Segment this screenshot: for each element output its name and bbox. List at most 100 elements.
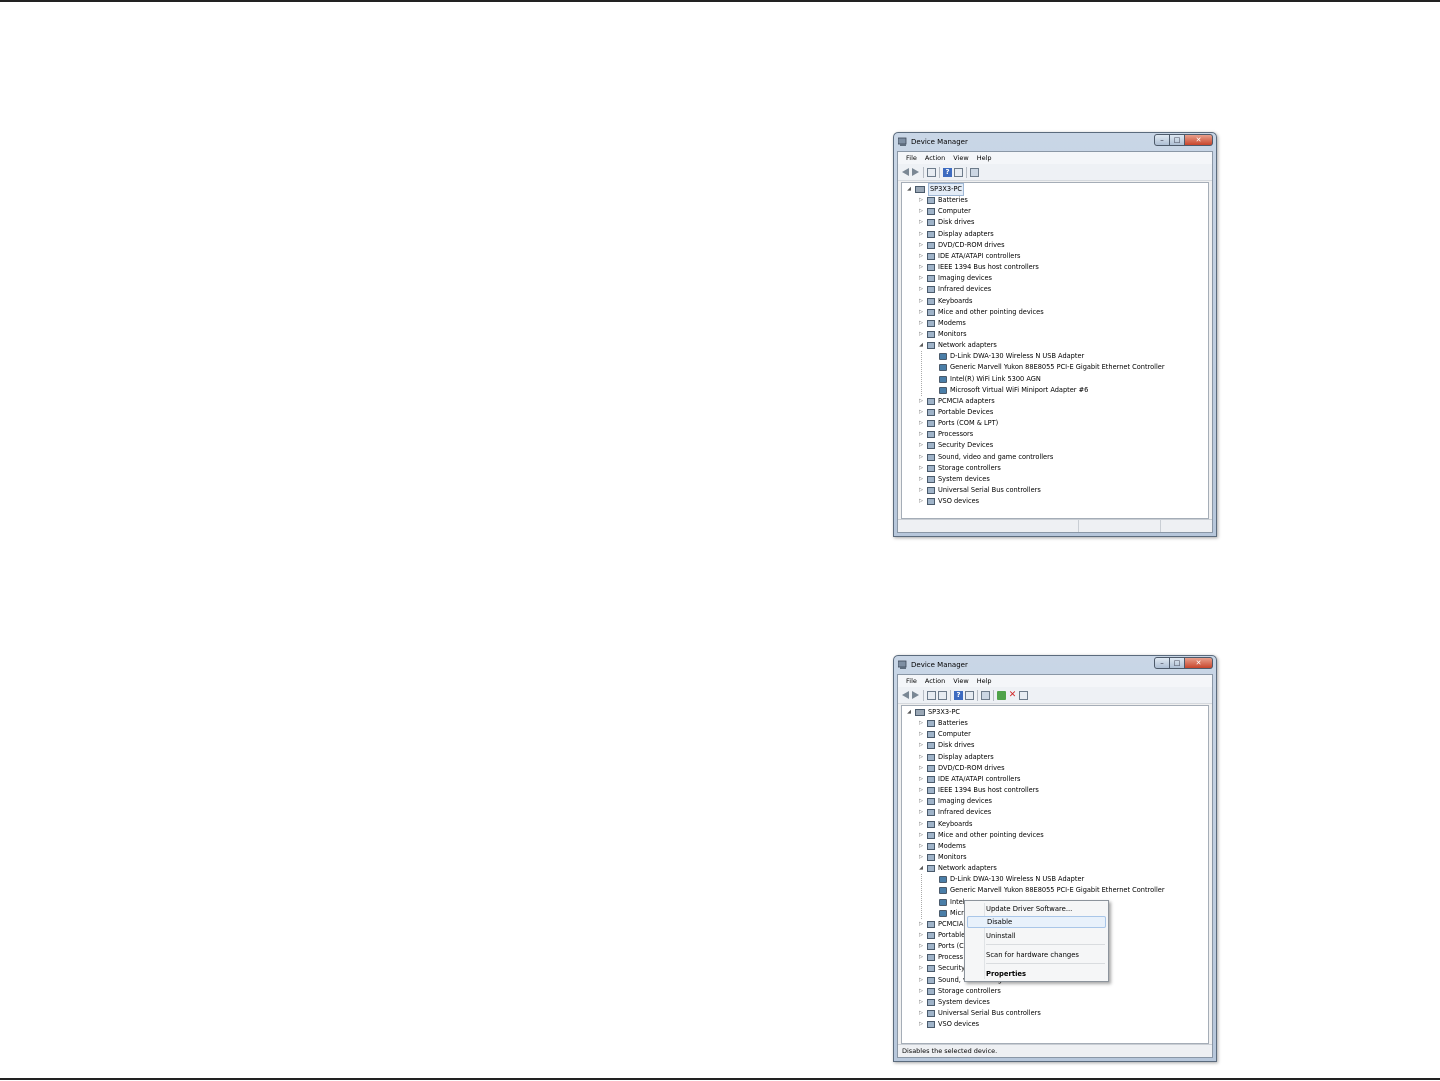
tree-item-keyboards[interactable]: ▷ Keyboards <box>918 296 972 307</box>
menu-item-properties[interactable]: Properties <box>967 968 1106 980</box>
tree-item-imaging-devices[interactable]: ▷ Imaging devices <box>918 796 992 807</box>
tree-item-keyboards[interactable]: ▷ Keyboards <box>918 819 972 830</box>
tree-root-computer[interactable]: ◢ SP3X3-PC <box>906 183 965 196</box>
menu-help[interactable]: Help <box>973 152 996 164</box>
tree-item-network-adapter[interactable]: Micr <box>930 908 964 919</box>
tree-item-ieee-1394-bus-host-controllers[interactable]: ▷ IEEE 1394 Bus host controllers <box>918 785 1039 796</box>
tree-item-network-adapter[interactable]: Generic Marvell Yukon 88E8055 PCI-E Giga… <box>930 885 1165 896</box>
tree-item-dvd-cd-rom-drives[interactable]: ▷ DVD/CD-ROM drives <box>918 240 1005 251</box>
expand-arrow-icon[interactable]: ▷ <box>918 852 924 863</box>
expand-arrow-icon[interactable]: ▷ <box>918 440 924 451</box>
menu-item-update-driver[interactable]: Update Driver Software... <box>967 903 1106 915</box>
export-list-icon[interactable] <box>938 690 947 700</box>
tree-item-pcmcia-adapters[interactable]: ▷ PCMCIA adapters <box>918 396 995 407</box>
expand-arrow-icon[interactable]: ▷ <box>918 819 924 830</box>
menu-action[interactable]: Action <box>921 152 949 164</box>
expand-arrow-icon[interactable]: ▷ <box>918 1019 924 1030</box>
tree-item-display-adapters[interactable]: ▷ Display adapters <box>918 229 994 240</box>
expand-arrow-icon[interactable]: ▷ <box>918 740 924 751</box>
tree-item-infrared-devices[interactable]: ▷ Infrared devices <box>918 284 991 295</box>
tree-item-imaging-devices[interactable]: ▷ Imaging devices <box>918 273 992 284</box>
tree-item-sound-video-and-game-controllers[interactable]: ▷ Sound, video and game controllers <box>918 452 1053 463</box>
tree-item-storage-controllers[interactable]: ▷ Storage controllers <box>918 463 1001 474</box>
tree-root-computer[interactable]: ◢ SP3X3-PC <box>906 707 960 718</box>
help-icon[interactable]: ? <box>954 690 963 700</box>
tree-item-dvd-cd-rom-drives[interactable]: ▷ DVD/CD-ROM drives <box>918 763 1005 774</box>
tree-item-network-adapter[interactable]: Microsoft Virtual WiFi Miniport Adapter … <box>930 385 1088 396</box>
expand-arrow-icon[interactable]: ▷ <box>918 952 924 963</box>
expand-arrow-icon[interactable]: ▷ <box>918 240 924 251</box>
tree-item-ports-com-lpt[interactable]: ▷ Ports (COM & LPT) <box>918 418 998 429</box>
tree-item-modems[interactable]: ▷ Modems <box>918 318 966 329</box>
tree-item-ide-ata-atapi-controllers[interactable]: ▷ IDE ATA/ATAPI controllers <box>918 251 1020 262</box>
tree-item-process[interactable]: ▷ Process <box>918 952 963 963</box>
collapse-arrow-icon[interactable]: ◢ <box>906 184 912 195</box>
menu-file[interactable]: File <box>902 152 921 164</box>
forward-icon[interactable] <box>912 691 919 699</box>
expand-arrow-icon[interactable]: ▷ <box>918 841 924 852</box>
tree-item-infrared-devices[interactable]: ▷ Infrared devices <box>918 807 991 818</box>
tree-item-display-adapters[interactable]: ▷ Display adapters <box>918 752 994 763</box>
expand-arrow-icon[interactable]: ▷ <box>918 986 924 997</box>
expand-arrow-icon[interactable]: ▷ <box>918 273 924 284</box>
expand-arrow-icon[interactable]: ▷ <box>918 830 924 841</box>
close-button[interactable]: ✕ <box>1185 657 1213 669</box>
tree-item-network-adapter[interactable]: Intel(R) WiFi Link 5300 AGN <box>930 374 1041 385</box>
maximize-button[interactable]: □ <box>1170 134 1185 146</box>
close-button[interactable]: ✕ <box>1185 134 1213 146</box>
tree-item-storage-controllers[interactable]: ▷ Storage controllers <box>918 986 1001 997</box>
tree-item-vso-devices[interactable]: ▷ VSO devices <box>918 496 979 507</box>
tree-item-network-adapter[interactable]: D-Link DWA-130 Wireless N USB Adapter <box>930 351 1084 362</box>
show-hide-console-tree-icon[interactable] <box>927 167 936 177</box>
show-hide-console-tree-icon[interactable] <box>927 690 936 700</box>
tree-item-network-adapter[interactable]: D-Link DWA-130 Wireless N USB Adapter <box>930 874 1084 885</box>
disable-device-icon[interactable] <box>1019 690 1028 700</box>
menu-item-disable[interactable]: Disable <box>967 916 1106 928</box>
menu-view[interactable]: View <box>949 675 972 687</box>
tree-item-portable[interactable]: ▷ Portable <box>918 930 965 941</box>
expand-arrow-icon[interactable]: ▷ <box>918 262 924 273</box>
scan-for-hardware-icon[interactable] <box>981 690 990 700</box>
expand-arrow-icon[interactable]: ▷ <box>918 718 924 729</box>
help-icon[interactable]: ? <box>943 167 952 177</box>
minimize-button[interactable]: – <box>1154 134 1170 146</box>
collapse-arrow-icon[interactable]: ◢ <box>918 863 924 874</box>
tree-item-computer[interactable]: ▷ Computer <box>918 206 971 217</box>
properties-icon[interactable] <box>954 167 963 177</box>
expand-arrow-icon[interactable]: ▷ <box>918 307 924 318</box>
menu-item-uninstall[interactable]: Uninstall <box>967 930 1106 942</box>
tree-item-computer[interactable]: ▷ Computer <box>918 729 971 740</box>
tree-item-network-adapters[interactable]: ◢ Network adapters <box>918 863 997 874</box>
title-bar[interactable]: Device Manager – □ ✕ <box>894 133 1216 151</box>
expand-arrow-icon[interactable]: ▷ <box>918 284 924 295</box>
tree-item-network-adapter[interactable]: Intel <box>930 897 965 908</box>
expand-arrow-icon[interactable]: ▷ <box>918 729 924 740</box>
tree-item-vso-devices[interactable]: ▷ VSO devices <box>918 1019 979 1030</box>
tree-item-network-adapter[interactable]: Generic Marvell Yukon 88E8055 PCI-E Giga… <box>930 362 1165 373</box>
expand-arrow-icon[interactable]: ▷ <box>918 796 924 807</box>
maximize-button[interactable]: □ <box>1170 657 1185 669</box>
expand-arrow-icon[interactable]: ▷ <box>918 997 924 1008</box>
tree-item-universal-serial-bus-controllers[interactable]: ▷ Universal Serial Bus controllers <box>918 1008 1041 1019</box>
expand-arrow-icon[interactable]: ▷ <box>918 485 924 496</box>
expand-arrow-icon[interactable]: ▷ <box>918 429 924 440</box>
tree-item-system-devices[interactable]: ▷ System devices <box>918 474 990 485</box>
expand-arrow-icon[interactable]: ▷ <box>918 752 924 763</box>
collapse-arrow-icon[interactable]: ◢ <box>906 707 912 718</box>
expand-arrow-icon[interactable]: ▷ <box>918 318 924 329</box>
tree-item-batteries[interactable]: ▷ Batteries <box>918 718 968 729</box>
expand-arrow-icon[interactable]: ▷ <box>918 941 924 952</box>
minimize-button[interactable]: – <box>1154 657 1170 669</box>
expand-arrow-icon[interactable]: ▷ <box>918 217 924 228</box>
forward-icon[interactable] <box>912 168 919 176</box>
tree-item-monitors[interactable]: ▷ Monitors <box>918 329 967 340</box>
tree-item-system-devices[interactable]: ▷ System devices <box>918 997 990 1008</box>
menu-action[interactable]: Action <box>921 675 949 687</box>
device-tree[interactable]: ◢ SP3X3-PC ▷ Batteries ▷ Computer ▷ Disk drives… <box>901 705 1209 1044</box>
expand-arrow-icon[interactable]: ▷ <box>918 975 924 986</box>
tree-item-processors[interactable]: ▷ Processors <box>918 429 973 440</box>
tree-item-security-devices[interactable]: ▷ Security Devices <box>918 440 993 451</box>
expand-arrow-icon[interactable]: ▷ <box>918 452 924 463</box>
menu-item-scan-hardware[interactable]: Scan for hardware changes <box>967 949 1106 961</box>
tree-item-ide-ata-atapi-controllers[interactable]: ▷ IDE ATA/ATAPI controllers <box>918 774 1020 785</box>
